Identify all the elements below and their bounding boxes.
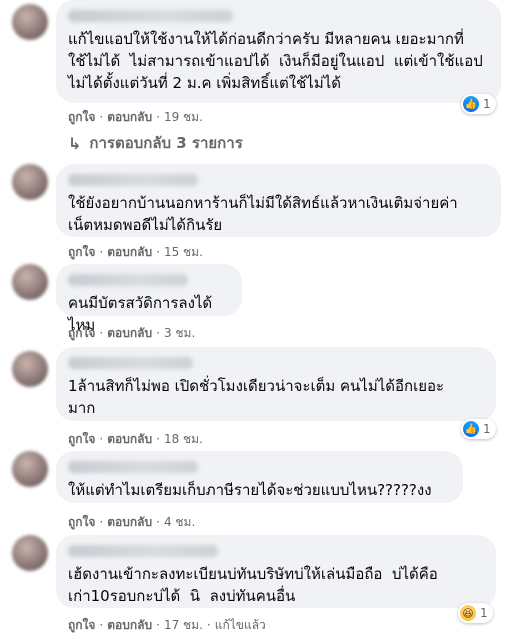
comment-bubble: ใช้ยังอยากบ้านนอกหาร้านก็ไม่มีใด้สิทธ์แล…: [56, 164, 501, 237]
like-button[interactable]: ถูกใจ: [68, 110, 95, 124]
like-icon: 👍: [463, 421, 479, 437]
like-button[interactable]: ถูกใจ: [68, 618, 95, 632]
reaction-count: 1: [483, 422, 491, 436]
timestamp[interactable]: 3 ชม.: [164, 326, 195, 340]
comment-bubble: ให้แต่ทำไมเตรียมเก็บภาษีรายได้จะช่วยแบบไ…: [56, 451, 463, 503]
haha-icon: 😆: [460, 605, 476, 621]
comment-bubble: 1ล้านสิทก็ไม่พอ เปิดชั่วโมงเดียวน่าจะเต็…: [56, 347, 496, 421]
author-name[interactable]: [68, 174, 198, 186]
timestamp[interactable]: 4 ชม.: [164, 515, 195, 529]
avatar[interactable]: [12, 4, 48, 40]
like-icon: 👍: [463, 96, 479, 112]
reply-button[interactable]: ตอบกลับ: [107, 432, 152, 446]
author-name[interactable]: [68, 274, 188, 286]
comment-bubble: คนมีบัตรสวัดิการลงได้ไหม: [56, 264, 242, 334]
comment-text: แก้ไขแอปให้ใช้งานให้ได้ก่อนดีกว่าครับ มี…: [68, 30, 483, 92]
avatar[interactable]: [12, 535, 48, 571]
author-name[interactable]: [68, 461, 198, 473]
comment-text: 1ล้านสิทก็ไม่พอ เปิดชั่วโมงเดียวน่าจะเต็…: [68, 377, 445, 417]
view-replies-link[interactable]: ↳ การตอบกลับ 3 รายการ: [68, 131, 243, 155]
timestamp[interactable]: 19 ชม.: [164, 110, 203, 124]
timestamp[interactable]: 15 ชม.: [164, 245, 203, 259]
like-button[interactable]: ถูกใจ: [68, 515, 95, 529]
avatar[interactable]: [12, 451, 48, 487]
comment-bubble: เฮ้ดงานเข้ากะลงทะเบียนบ่ทันบริษัทบ่ให้เล…: [56, 535, 496, 608]
reaction-summary[interactable]: 👍 1: [461, 419, 496, 439]
reaction-summary[interactable]: 😆 1: [458, 603, 493, 623]
reply-button[interactable]: ตอบกลับ: [107, 245, 152, 259]
reply-button[interactable]: ตอบกลับ: [107, 110, 152, 124]
comment-actions: ถูกใจ · ตอบกลับ · 18 ชม.: [68, 432, 203, 446]
reply-arrow-icon: ↳: [68, 133, 82, 153]
timestamp[interactable]: 17 ชม.: [164, 618, 203, 632]
reply-button[interactable]: ตอบกลับ: [107, 618, 152, 632]
avatar[interactable]: [12, 351, 48, 387]
comment-actions: ถูกใจ · ตอบกลับ · 4 ชม.: [68, 515, 196, 529]
comment-text: เฮ้ดงานเข้ากะลงทะเบียนบ่ทันบริษัทบ่ให้เล…: [68, 565, 438, 605]
author-name[interactable]: [68, 545, 218, 557]
author-name[interactable]: [68, 10, 233, 22]
comment-actions: ถูกใจ · ตอบกลับ · 15 ชม.: [68, 245, 203, 259]
author-name[interactable]: [68, 357, 193, 369]
reaction-count: 1: [483, 97, 491, 111]
like-button[interactable]: ถูกใจ: [68, 245, 95, 259]
reply-button[interactable]: ตอบกลับ: [107, 326, 152, 340]
avatar[interactable]: [12, 264, 48, 300]
avatar[interactable]: [12, 164, 48, 200]
comment-actions: ถูกใจ · ตอบกลับ · 3 ชม.: [68, 326, 196, 340]
reaction-count: 1: [480, 606, 488, 620]
replies-label: การตอบกลับ 3 รายการ: [89, 134, 243, 152]
like-button[interactable]: ถูกใจ: [68, 326, 95, 340]
like-button[interactable]: ถูกใจ: [68, 432, 95, 446]
comment-actions: ถูกใจ · ตอบกลับ · 19 ชม.: [68, 110, 203, 124]
reaction-summary[interactable]: 👍 1: [461, 94, 496, 114]
comment-bubble: แก้ไขแอปให้ใช้งานให้ได้ก่อนดีกว่าครับ มี…: [56, 0, 501, 103]
reply-button[interactable]: ตอบกลับ: [107, 515, 152, 529]
comment-actions: ถูกใจ · ตอบกลับ · 17 ชม. · แก้ไขแล้ว: [68, 618, 266, 632]
edited-label[interactable]: แก้ไขแล้ว: [215, 618, 266, 632]
comment-text: ใช้ยังอยากบ้านนอกหาร้านก็ไม่มีใด้สิทธ์แล…: [68, 194, 458, 234]
comment-text: ให้แต่ทำไมเตรียมเก็บภาษีรายได้จะช่วยแบบไ…: [68, 481, 432, 499]
timestamp[interactable]: 18 ชม.: [164, 432, 203, 446]
